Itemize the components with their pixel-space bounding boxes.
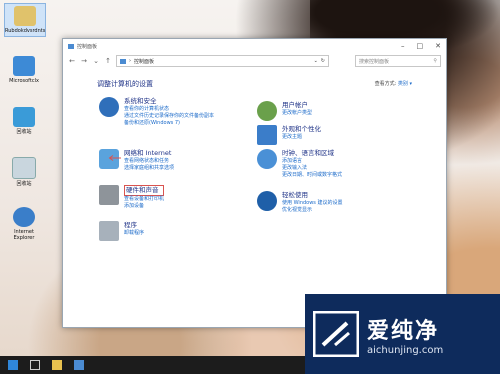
control-panel-icon [68, 43, 74, 49]
category-system-security: 系统和安全 查看你的计算机状态 通过文件历史记录保存你的文件备份副本 备份和还原… [99, 97, 214, 127]
category-link[interactable]: 更改帐户类型 [282, 110, 312, 117]
programs-icon [99, 221, 119, 241]
watermark-logo-icon [313, 311, 359, 357]
window-controls: – □ ✕ [401, 42, 441, 50]
category-title[interactable]: 程序 [124, 221, 144, 230]
search-input[interactable]: 搜索控制面板 ⚲ [355, 55, 441, 67]
desktop-icon-computer[interactable]: Microsoftclx [4, 56, 44, 84]
control-panel-taskbar-icon[interactable] [74, 360, 84, 370]
maximize-icon[interactable]: □ [417, 42, 424, 50]
page-title: 调整计算机的设置 [97, 80, 153, 88]
display-icon [257, 125, 277, 145]
category-title[interactable]: 轻松使用 [282, 191, 343, 200]
control-panel-window: 控制面板 – □ ✕ ← → ⌄ ↑ › 控制面板 ⌄ ↻ 搜索控制面板 ⚲ 调… [62, 38, 447, 328]
category-link[interactable]: 更改主题 [282, 134, 321, 141]
desktop-icon-label: Rubdokdvsrdnts [5, 28, 46, 34]
control-panel-content: 调整计算机的设置 查看方式: 类别 ▾ 系统和安全 查看你的计算机状态 通过文件… [63, 69, 446, 319]
recent-locations-icon[interactable]: ⌄ [92, 57, 100, 65]
annotation-arrow-icon [108, 155, 121, 161]
taskbar [0, 356, 313, 374]
category-link[interactable]: 选择家庭组和共享选项 [124, 165, 174, 172]
internet-explorer-icon [13, 207, 35, 227]
search-icon: ⚲ [433, 58, 437, 64]
category-link[interactable]: 更改日期、时间或数字格式 [282, 172, 342, 179]
clock-globe-icon [257, 149, 277, 169]
category-clock-language-region: 时钟、语言和区域 添加语言 更改输入法 更改日期、时间或数字格式 [257, 149, 342, 179]
category-link[interactable]: 通过文件历史记录保存你的文件备份副本 [124, 113, 214, 120]
task-view-icon[interactable] [30, 360, 40, 370]
category-link[interactable]: 卸载程序 [124, 230, 144, 237]
category-title[interactable]: 用户帐户 [282, 101, 312, 110]
view-by: 查看方式: 类别 ▾ [375, 80, 412, 87]
minimize-icon[interactable]: – [401, 42, 405, 50]
watermark-url: aichunjing.com [367, 344, 444, 356]
category-link[interactable]: 查看设备和打印机 [124, 196, 164, 203]
window-titlebar: 控制面板 – □ ✕ [63, 39, 446, 53]
category-title[interactable]: 时钟、语言和区域 [282, 149, 342, 158]
desktop-icon-label: 回收站 [16, 181, 32, 187]
watermark: 爱纯净 aichunjing.com [305, 294, 500, 374]
category-link[interactable]: 优化视觉显示 [282, 207, 343, 214]
category-title[interactable]: 系统和安全 [124, 97, 214, 106]
user-folder-icon [14, 6, 36, 26]
desktop-icon-label: Internet Explorer [13, 229, 35, 241]
category-hardware-sound: 硬件和声音 查看设备和打印机 添加设备 [99, 185, 165, 210]
forward-icon[interactable]: → [80, 57, 88, 65]
printer-icon [99, 185, 119, 205]
category-title[interactable]: 硬件和声音 [124, 185, 165, 196]
address-row: ← → ⌄ ↑ › 控制面板 ⌄ ↻ 搜索控制面板 ⚲ [63, 53, 446, 69]
address-bar[interactable]: › 控制面板 ⌄ ↻ [116, 55, 329, 67]
close-icon[interactable]: ✕ [435, 42, 441, 50]
view-by-label: 查看方式: [374, 81, 397, 87]
category-user-accounts: 用户帐户 更改帐户类型 [257, 101, 312, 121]
search-placeholder: 搜索控制面板 [359, 58, 390, 65]
breadcrumb-separator-icon: › [129, 58, 131, 64]
window-title-text: 控制面板 [77, 43, 98, 50]
category-link[interactable]: 使用 Windows 建议的设置 [282, 200, 343, 207]
category-programs: 程序 卸载程序 [99, 221, 144, 241]
network-icon [13, 107, 35, 127]
desktop-icon-label: Microsoftclx [9, 78, 39, 84]
desktop-icon-recycle-bin[interactable]: 回收站 [4, 157, 44, 187]
address-dropdown-icon[interactable]: ⌄ [314, 58, 318, 64]
file-explorer-icon[interactable] [52, 360, 62, 370]
users-icon [257, 101, 277, 121]
recycle-bin-icon [12, 157, 36, 179]
category-link[interactable]: 更改输入法 [282, 165, 342, 172]
computer-icon [13, 56, 35, 76]
desktop-icon-network[interactable]: 回收站 [4, 107, 44, 135]
refresh-icon[interactable]: ↻ [321, 58, 325, 64]
ease-of-access-icon [257, 191, 277, 211]
category-title[interactable]: 外观和个性化 [282, 125, 321, 134]
folder-icon [120, 58, 126, 64]
view-by-dropdown[interactable]: 类别 ▾ [398, 81, 412, 87]
category-link[interactable]: 备份和还原(Windows 7) [124, 120, 214, 127]
category-appearance: 外观和个性化 更改主题 [257, 125, 321, 145]
back-icon[interactable]: ← [68, 57, 76, 65]
category-link[interactable]: 查看你的计算机状态 [124, 106, 214, 113]
up-icon[interactable]: ↑ [104, 57, 112, 65]
desktop-icon-label: 回收站 [16, 129, 32, 135]
category-link[interactable]: 添加设备 [124, 203, 164, 210]
desktop-icon-user[interactable]: Rubdokdvsrdnts [4, 3, 46, 37]
shield-icon [99, 97, 119, 117]
start-icon[interactable] [8, 360, 18, 370]
category-title[interactable]: 网络和 Internet [124, 149, 174, 158]
category-ease-of-access: 轻松使用 使用 Windows 建议的设置 优化视觉显示 [257, 191, 343, 214]
address-text: 控制面板 [134, 58, 155, 65]
watermark-name: 爱纯净 [367, 318, 440, 344]
category-link[interactable]: 查看网络状态和任务 [124, 158, 174, 165]
desktop-icon-ie[interactable]: Internet Explorer [4, 207, 44, 241]
category-link[interactable]: 添加语言 [282, 158, 342, 165]
window-title: 控制面板 [68, 43, 97, 50]
